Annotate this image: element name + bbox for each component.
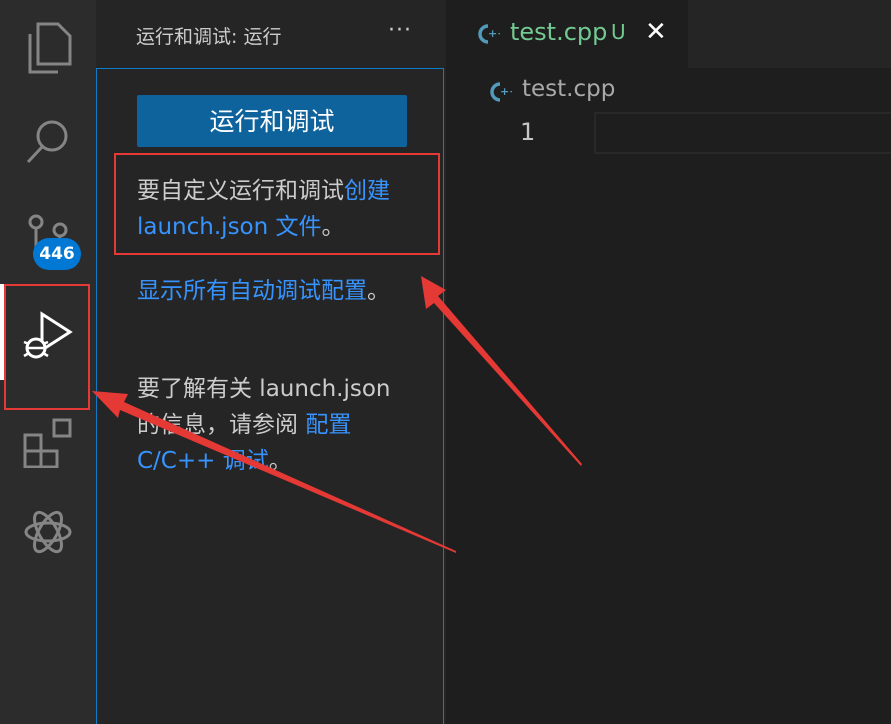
openai-icon — [24, 510, 72, 554]
svg-text:++: ++ — [500, 85, 512, 98]
cpp-file-icon: ++ — [490, 82, 512, 102]
run-and-debug-button[interactable]: 运行和调试 — [137, 95, 407, 147]
cpp-file-icon: ++ — [478, 24, 500, 44]
untracked-status: U — [611, 20, 626, 44]
line-number: 1 — [520, 118, 536, 146]
search-button[interactable] — [0, 96, 96, 186]
tab-test-cpp[interactable]: ++ test.cpp U ✕ — [446, 0, 688, 68]
files-icon — [28, 22, 72, 74]
close-icon[interactable]: ✕ — [645, 18, 667, 46]
auto-config-paragraph: 显示所有自动调试配置。 — [137, 273, 412, 309]
search-icon — [26, 120, 68, 164]
learn-more-end: 。 — [268, 448, 292, 474]
explorer-button[interactable] — [0, 0, 96, 90]
more-actions-button[interactable]: ··· — [384, 16, 416, 48]
run-debug-highlight-box — [4, 284, 90, 410]
auto-config-end: 。 — [367, 278, 390, 304]
learn-more-paragraph: 要了解有关 launch.json 的信息，请参阅 配置 C/C++ 调试。 — [137, 371, 412, 479]
breadcrumb-label: test.cpp — [522, 76, 616, 102]
sidebar-header: 运行和调试: 运行 ··· — [96, 0, 446, 68]
svg-text:++: ++ — [488, 27, 500, 40]
extensions-icon — [23, 418, 72, 468]
source-control-badge: 446 — [33, 238, 81, 270]
current-line-highlight[interactable] — [594, 112, 891, 154]
show-auto-debug-configs-link[interactable]: 显示所有自动调试配置 — [137, 278, 367, 304]
learn-more-text: 要了解有关 launch.json 的信息，请参阅 — [137, 376, 391, 438]
create-launch-highlight-box — [114, 153, 440, 255]
source-control-button[interactable]: 446 — [0, 190, 96, 280]
chatgpt-button[interactable] — [0, 484, 96, 574]
tab-label: test.cpp — [510, 18, 608, 46]
editor-tabs-bar: ++ test.cpp U ✕ — [446, 0, 891, 68]
sidebar-title: 运行和调试: 运行 — [136, 26, 282, 48]
run-debug-sidebar: 运行和调试: 运行 ··· 运行和调试 要自定义运行和调试创建 launch.j… — [96, 0, 446, 724]
